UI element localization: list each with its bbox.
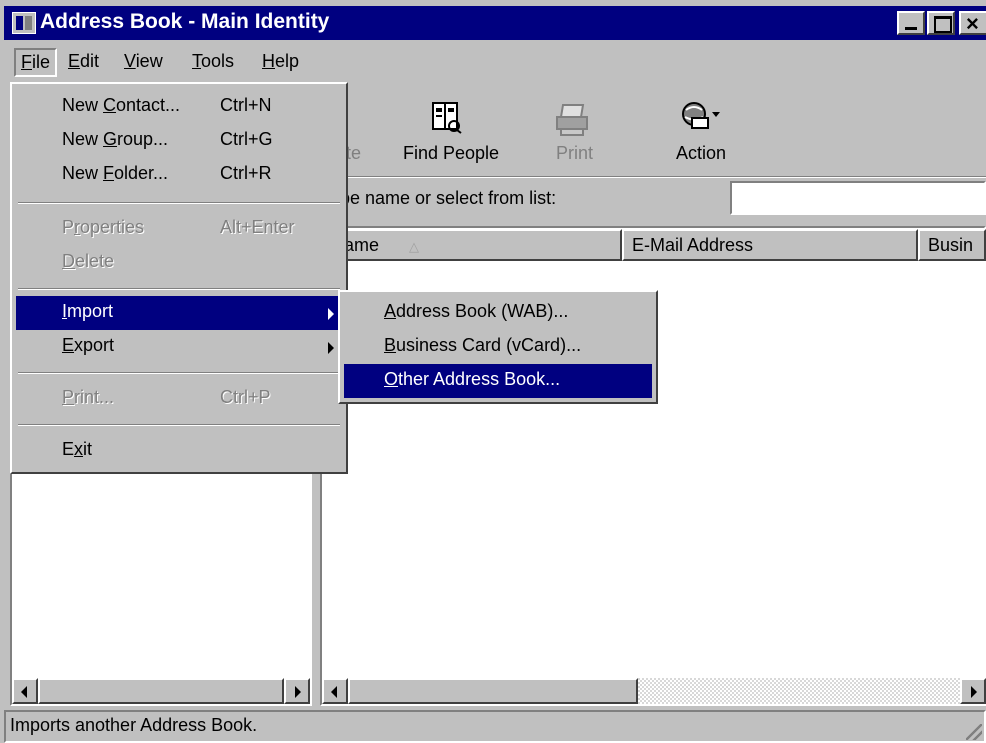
menu-item-label: Other Address Book...: [384, 369, 561, 389]
menu-item-label: Exit: [62, 439, 93, 459]
menu-item-import-other[interactable]: Other Address Book...: [344, 364, 652, 398]
import-submenu: Address Book (WAB)... Business Card (vCa…: [338, 290, 658, 404]
menu-item-label: Address Book (WAB)...: [384, 301, 569, 321]
menu-item-label: New Group...: [62, 129, 169, 149]
menu-item-exit[interactable]: Exit: [16, 434, 342, 468]
action-button[interactable]: Action: [676, 143, 726, 164]
menu-file[interactable]: File: [14, 48, 58, 77]
menu-item-delete[interactable]: Delete: [16, 246, 342, 280]
menu-item-shortcut: Alt+Enter: [220, 217, 295, 237]
menu-item-new-folder[interactable]: New Folder... Ctrl+R: [16, 158, 342, 192]
scroll-right-arrow-icon[interactable]: [960, 678, 986, 704]
toolbar-delete-button[interactable]: te: [346, 143, 361, 164]
menu-item-properties[interactable]: Properties Alt+Enter: [16, 212, 342, 246]
minimize-button[interactable]: [897, 11, 925, 35]
menu-item-shortcut: Ctrl+G: [220, 129, 273, 149]
left-horizontal-scrollbar[interactable]: [12, 678, 310, 704]
sort-ascending-icon: △: [409, 239, 420, 254]
menu-edit[interactable]: Edit: [68, 51, 99, 72]
menu-separator: [18, 372, 340, 374]
column-email-label: E-Mail Address: [632, 235, 754, 255]
close-icon: ×: [966, 11, 979, 36]
scroll-thumb[interactable]: [38, 678, 284, 704]
resize-grip-icon[interactable]: [962, 718, 984, 742]
search-input[interactable]: [730, 181, 986, 215]
print-button[interactable]: Print: [556, 143, 593, 164]
right-horizontal-scrollbar[interactable]: [322, 678, 986, 704]
menu-separator: [18, 288, 340, 290]
address-book-icon: [12, 12, 36, 34]
window-title: Address Book - Main Identity: [40, 10, 330, 33]
status-bar: Imports another Address Book.: [4, 710, 986, 743]
menu-tools-label: ools: [201, 51, 235, 71]
menu-item-import-vcard[interactable]: Business Card (vCard)...: [344, 330, 652, 364]
action-icon: [682, 102, 720, 129]
menu-view-label: iew: [135, 51, 163, 71]
scroll-left-arrow-icon[interactable]: [322, 678, 348, 704]
menu-item-label: Properties: [62, 217, 145, 237]
submenu-arrow-icon: [328, 342, 334, 354]
menu-item-label: Business Card (vCard)...: [384, 335, 582, 355]
menu-edit-mnemonic: E: [68, 51, 81, 71]
column-business-header[interactable]: Busin: [918, 229, 986, 261]
menu-item-label: Export: [62, 335, 115, 355]
menu-item-label: Print...: [62, 387, 115, 407]
menu-help[interactable]: Help: [262, 51, 299, 72]
menu-item-import[interactable]: Import: [16, 296, 342, 330]
menu-view[interactable]: View: [124, 51, 163, 72]
find-people-icon: [432, 102, 462, 134]
menu-bar: File Edit View Tools Help: [4, 44, 986, 82]
maximize-button[interactable]: [927, 11, 955, 35]
menu-item-label: New Folder...: [62, 163, 169, 183]
menu-item-new-group[interactable]: New Group... Ctrl+G: [16, 124, 342, 158]
menu-item-print[interactable]: Print... Ctrl+P: [16, 382, 342, 416]
list-header: ame △ E-Mail Address Busin: [322, 229, 986, 261]
scroll-thumb[interactable]: [348, 678, 638, 704]
menu-item-export[interactable]: Export: [16, 330, 342, 364]
scroll-track[interactable]: [638, 678, 960, 704]
toolbar-separator: [330, 176, 986, 178]
address-book-window: Address Book - Main Identity × File Edit…: [0, 0, 986, 743]
search-label: pe name or select from list:: [340, 188, 557, 208]
scroll-right-arrow-icon[interactable]: [284, 678, 310, 704]
menu-separator: [18, 424, 340, 426]
scroll-left-arrow-icon[interactable]: [12, 678, 38, 704]
menu-tools[interactable]: Tools: [192, 51, 234, 72]
menu-item-new-contact[interactable]: New Contact... Ctrl+N: [16, 90, 342, 124]
column-email-header[interactable]: E-Mail Address: [622, 229, 918, 261]
menu-file-label: ile: [32, 52, 51, 72]
menu-item-label: Delete: [62, 251, 115, 271]
menu-tools-mnemonic: T: [192, 51, 201, 71]
title-bar[interactable]: Address Book - Main Identity ×: [4, 6, 986, 40]
print-icon: [556, 104, 588, 136]
menu-item-shortcut: Ctrl+N: [220, 95, 272, 115]
menu-help-label: elp: [275, 51, 300, 71]
menu-edit-label: dit: [80, 51, 100, 71]
menu-item-label: Import: [62, 301, 114, 321]
menu-view-mnemonic: V: [124, 51, 136, 71]
menu-item-import-wab[interactable]: Address Book (WAB)...: [344, 296, 652, 330]
column-business-label: Busin: [928, 235, 974, 255]
menu-item-shortcut: Ctrl+R: [220, 163, 272, 183]
status-text: Imports another Address Book.: [10, 715, 258, 735]
find-people-button[interactable]: Find People: [403, 143, 499, 164]
menu-item-shortcut: Ctrl+P: [220, 387, 271, 407]
column-name-label: ame: [344, 235, 380, 255]
menu-item-label: New Contact...: [62, 95, 181, 115]
menu-help-mnemonic: H: [262, 51, 275, 71]
menu-separator: [18, 202, 340, 204]
menu-file-mnemonic: F: [21, 52, 32, 72]
column-name-header[interactable]: ame △: [322, 229, 622, 261]
file-menu-dropdown: New Contact... Ctrl+N New Group... Ctrl+…: [10, 82, 348, 474]
submenu-arrow-icon: [328, 308, 334, 320]
close-button[interactable]: ×: [959, 11, 986, 36]
